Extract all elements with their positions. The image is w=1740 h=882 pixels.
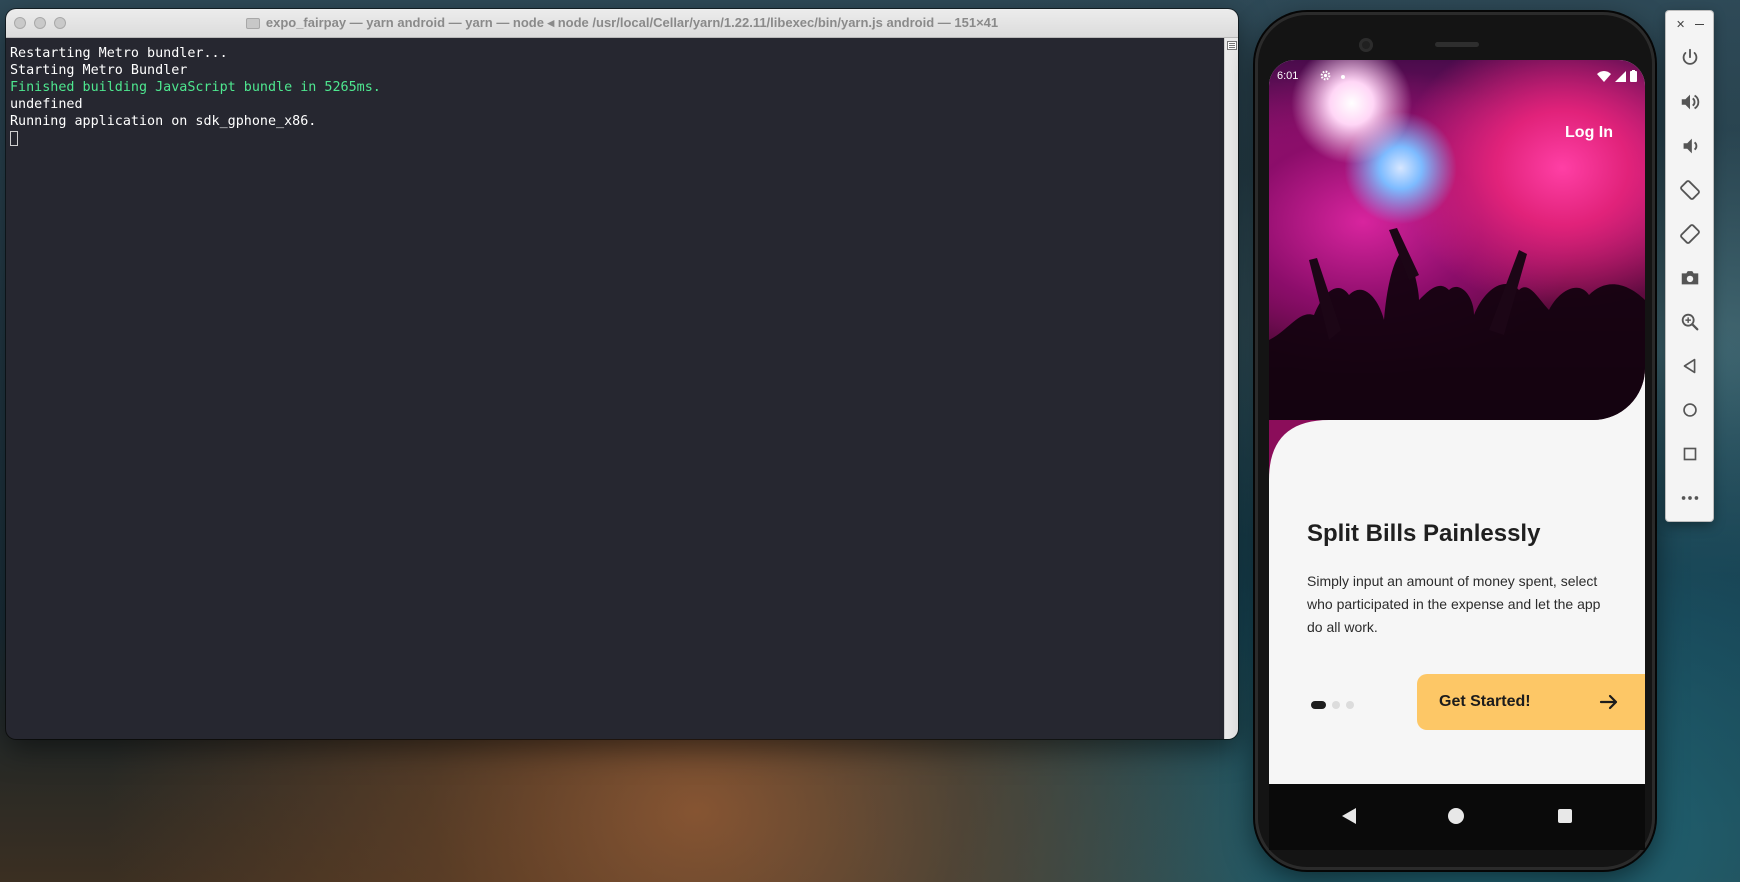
hero-image: 6:01 Log In bbox=[1269, 60, 1645, 420]
home-icon bbox=[1682, 402, 1697, 417]
back-button[interactable] bbox=[1677, 353, 1702, 378]
terminal-titlebar[interactable]: expo_fairpay — yarn android — yarn — nod… bbox=[6, 9, 1238, 38]
volume-up-button[interactable] bbox=[1677, 89, 1702, 114]
get-started-button[interactable]: Get Started! bbox=[1417, 674, 1645, 730]
pagination-dot-active[interactable] bbox=[1311, 701, 1326, 709]
settings-gear-icon bbox=[1320, 70, 1331, 81]
screenshot-button[interactable] bbox=[1677, 265, 1702, 290]
phone-screen[interactable]: 6:01 Log In Split Bills Painlessly Simpl… bbox=[1269, 60, 1645, 850]
hero-curve bbox=[1269, 420, 1329, 480]
terminal-output[interactable]: Restarting Metro bundler... Starting Met… bbox=[6, 38, 1238, 739]
nav-home-icon[interactable] bbox=[1448, 808, 1464, 824]
wifi-icon bbox=[1597, 70, 1611, 82]
rotate-left-icon bbox=[1679, 179, 1700, 200]
onboarding-title: Split Bills Painlessly bbox=[1307, 520, 1541, 547]
terminal-line: Finished building JavaScript bundle in 5… bbox=[10, 80, 381, 95]
nav-back-icon[interactable] bbox=[1342, 808, 1356, 824]
volume-up-icon bbox=[1681, 94, 1699, 109]
rotate-left-button[interactable] bbox=[1677, 177, 1702, 202]
terminal-scrollbar[interactable] bbox=[1224, 38, 1238, 739]
close-window-button[interactable] bbox=[14, 17, 26, 29]
signal-icon bbox=[1615, 70, 1626, 82]
crowd-silhouette bbox=[1269, 228, 1645, 420]
scroll-marker-icon[interactable] bbox=[1227, 41, 1237, 50]
emulator-toolbar: ✕ bbox=[1666, 11, 1713, 521]
onboarding-description: Simply input an amount of money spent, s… bbox=[1307, 573, 1601, 635]
emulator-toolbar-header: ✕ bbox=[1666, 15, 1713, 33]
power-icon bbox=[1682, 48, 1697, 65]
status-icons bbox=[1597, 70, 1637, 82]
home-button[interactable] bbox=[1677, 397, 1702, 422]
arrow-right-icon bbox=[1599, 694, 1618, 710]
power-button[interactable] bbox=[1677, 45, 1702, 70]
front-camera bbox=[1359, 38, 1373, 52]
close-icon[interactable]: ✕ bbox=[1676, 18, 1685, 31]
notification-dot-icon bbox=[1341, 75, 1345, 79]
terminal-line: undefined bbox=[10, 97, 83, 112]
back-icon bbox=[1683, 358, 1695, 373]
terminal-window[interactable]: expo_fairpay — yarn android — yarn — nod… bbox=[6, 9, 1238, 739]
terminal-line: Running application on sdk_gphone_x86. bbox=[10, 114, 317, 129]
android-nav-bar bbox=[1269, 784, 1645, 850]
android-emulator-device: 6:01 Log In Split Bills Painlessly Simpl… bbox=[1255, 12, 1655, 870]
minimize-window-button[interactable] bbox=[34, 17, 46, 29]
zoom-icon bbox=[1681, 313, 1698, 330]
volume-down-icon bbox=[1683, 138, 1697, 153]
battery-icon bbox=[1630, 70, 1637, 82]
overview-icon bbox=[1683, 447, 1696, 460]
volume-down-button[interactable] bbox=[1677, 133, 1702, 158]
terminal-cursor bbox=[10, 131, 18, 146]
pagination-dots bbox=[1311, 701, 1354, 709]
get-started-label: Get Started! bbox=[1439, 693, 1531, 710]
nav-recents-icon[interactable] bbox=[1558, 809, 1572, 823]
folder-icon bbox=[245, 17, 260, 29]
pagination-dot[interactable] bbox=[1346, 701, 1354, 709]
camera-icon bbox=[1681, 270, 1698, 284]
terminal-line: Starting Metro Bundler bbox=[10, 63, 188, 78]
rotate-right-button[interactable] bbox=[1677, 221, 1702, 246]
minimize-icon[interactable] bbox=[1695, 24, 1704, 25]
terminal-line: Restarting Metro bundler... bbox=[10, 46, 228, 61]
zoom-window-button[interactable] bbox=[54, 17, 66, 29]
pagination-dot[interactable] bbox=[1332, 701, 1340, 709]
earpiece-speaker bbox=[1435, 42, 1479, 47]
terminal-title: expo_fairpay — yarn android — yarn — nod… bbox=[265, 15, 999, 30]
terminal-title-group: expo_fairpay — yarn android — yarn — nod… bbox=[245, 15, 999, 31]
more-button[interactable] bbox=[1677, 485, 1702, 510]
window-controls bbox=[14, 17, 66, 29]
overview-button[interactable] bbox=[1677, 441, 1702, 466]
status-time: 6:01 bbox=[1277, 70, 1299, 82]
rotate-right-icon bbox=[1679, 223, 1700, 244]
more-icon bbox=[1681, 495, 1698, 500]
status-bar: 6:01 bbox=[1269, 60, 1645, 94]
login-link[interactable]: Log In bbox=[1565, 124, 1613, 142]
zoom-button[interactable] bbox=[1677, 309, 1702, 334]
